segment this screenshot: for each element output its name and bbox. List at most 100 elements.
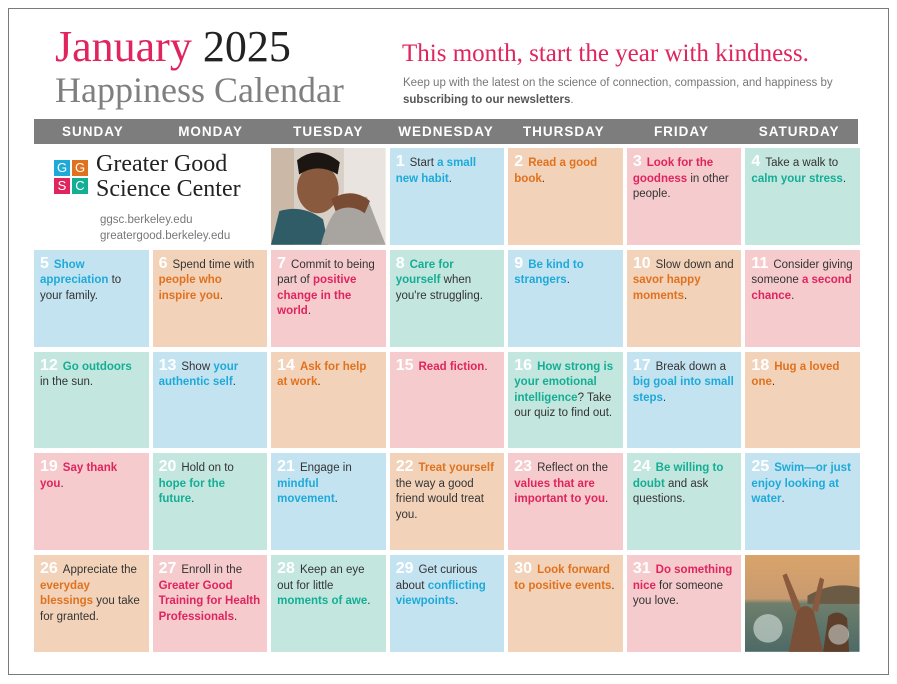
- day-highlight-link[interactable]: savor happy moments: [633, 274, 701, 302]
- day-cell: 31 Do something nice for someone you love…: [626, 555, 742, 652]
- day-cell: 7 Commit to being part of positive change…: [271, 249, 386, 347]
- day-cell: 20 Hold on to hope for the future.: [152, 453, 268, 551]
- day-number: 15: [395, 356, 414, 374]
- day-number: 11: [751, 254, 769, 272]
- day-text: .: [448, 172, 452, 185]
- ggsc-logo-block: G G S C Greater Good Science Center ggsc…: [34, 148, 268, 245]
- day-text: .: [219, 289, 224, 302]
- day-number: 31: [632, 560, 651, 578]
- logo-letter: C: [72, 178, 88, 194]
- day-cell: 23 Reflect on the values that are importa…: [508, 453, 623, 551]
- logo-letter: S: [54, 178, 70, 194]
- photo-splash: [745, 555, 860, 652]
- weekday-friday: FRIDAY: [653, 124, 709, 139]
- day-number: 1: [395, 153, 405, 170]
- day-cell: 8 Care for yourself when you're strugglin…: [389, 249, 505, 347]
- day-text: .: [781, 493, 785, 506]
- day-highlight-link[interactable]: people who inspire you: [159, 274, 222, 302]
- day-cell: 24 Be willing to doubt and ask questions.: [626, 453, 742, 551]
- day-cell: 5 Show appreciation to your family.: [34, 249, 149, 347]
- page-title: January 2025: [55, 24, 291, 70]
- day-highlight-link[interactable]: Greater Good Training for Health Profess…: [159, 580, 261, 623]
- day-text: .: [566, 274, 570, 287]
- day-cell: 27 Enroll in the Greater Good Training fo…: [152, 555, 268, 652]
- day-cell: 17 Break down a big goal into small steps…: [626, 351, 742, 449]
- weekday-monday: MONDAY: [178, 124, 243, 139]
- day-highlight-link[interactable]: everyday blessings: [40, 580, 93, 608]
- day-text: Take a walk to: [765, 157, 839, 169]
- day-text: Show: [181, 360, 214, 373]
- day-cell: 26 Appreciate the everyday blessings you …: [34, 555, 149, 652]
- logo-letter: G: [72, 160, 88, 176]
- day-highlight-link[interactable]: big goal into small steps: [633, 376, 734, 404]
- splash-photo-icon: [745, 555, 860, 652]
- day-highlight-link[interactable]: Go outdoors: [63, 361, 132, 373]
- weekday-thursday: THURSDAY: [522, 124, 605, 139]
- newsletter-blurb: Keep up with the latest on the science o…: [403, 75, 853, 109]
- org-name-line1: Greater Good: [96, 151, 228, 177]
- title-year: 2025: [202, 22, 291, 71]
- day-number: 14: [277, 356, 295, 374]
- day-text: .: [662, 391, 667, 404]
- day-number: 7: [277, 254, 287, 272]
- day-text: Engage in: [299, 462, 352, 475]
- day-text: .: [541, 172, 545, 185]
- day-text: Break down a: [655, 360, 726, 373]
- day-highlight-link[interactable]: Treat yourself: [419, 462, 494, 474]
- newsletter-link[interactable]: subscribing to our newsletters: [403, 94, 570, 106]
- day-cell: 21 Engage in mindful movement.: [271, 453, 386, 551]
- day-text: Start: [409, 157, 438, 169]
- day-text: .: [317, 376, 321, 389]
- day-number: 23: [514, 458, 533, 476]
- day-text: the way a good friend would treat you.: [395, 477, 484, 521]
- day-cell: 4 Take a walk to calm your stress.: [745, 148, 860, 245]
- day-text: .: [60, 477, 64, 490]
- day-cell: 30 Look forward to positive events.: [508, 555, 623, 652]
- day-cell: 9 Be kind to strangers.: [508, 249, 623, 347]
- day-highlight-link[interactable]: calm your stress: [751, 173, 842, 185]
- blurb-text: Keep up with the latest on the science o…: [403, 77, 833, 89]
- day-number: 22: [395, 458, 414, 476]
- day-highlight-link[interactable]: moments of awe: [277, 595, 367, 607]
- day-cell: 6 Spend time with people who inspire you.: [152, 249, 268, 347]
- hug-photo-icon: [271, 148, 386, 245]
- day-highlight-link[interactable]: Read fiction: [419, 361, 485, 373]
- day-highlight-link[interactable]: Read a good book: [514, 157, 597, 185]
- calendar-grid: G G S C Greater Good Science Center ggsc…: [34, 148, 860, 652]
- weekday-header: SUNDAY MONDAY TUESDAY WEDNESDAY THURSDAY…: [34, 119, 858, 144]
- day-text: in the sun.: [40, 376, 94, 389]
- weekday-sunday: SUNDAY: [61, 124, 124, 139]
- day-text: .: [455, 595, 459, 608]
- day-highlight-link[interactable]: values that are important to you: [514, 478, 605, 506]
- day-number: 8: [395, 254, 405, 272]
- photo-hug: [271, 148, 386, 245]
- tagline: This month, start the year with kindness…: [402, 40, 809, 67]
- day-number: 5: [40, 254, 49, 272]
- day-number: 12: [40, 356, 58, 374]
- day-number: 29: [395, 560, 414, 578]
- weekday-tuesday: TUESDAY: [293, 124, 364, 139]
- day-text: Slow down and: [655, 258, 734, 271]
- day-cell: 2 Read a good book.: [508, 148, 623, 245]
- ggsc-logo-icon: G G S C: [54, 160, 88, 194]
- org-link-greatergood[interactable]: greatergood.berkeley.edu: [100, 228, 267, 244]
- day-highlight-link[interactable]: Be kind to strangers: [514, 259, 584, 287]
- day-number: 21: [277, 458, 295, 476]
- weekday-saturday: SATURDAY: [758, 124, 840, 139]
- day-text: Hold on to: [181, 462, 234, 475]
- day-number: 4: [751, 153, 761, 170]
- day-text: .: [191, 493, 195, 506]
- day-cell: 11 Consider giving someone a second chanc…: [745, 249, 860, 347]
- org-link-ggsc[interactable]: ggsc.berkeley.edu: [100, 212, 267, 228]
- day-text: .: [791, 289, 795, 302]
- day-number: 16: [514, 356, 533, 374]
- day-number: 18: [751, 356, 770, 374]
- day-number: 27: [158, 560, 177, 578]
- day-text: .: [842, 172, 847, 185]
- day-highlight-link[interactable]: Show appreciation: [40, 259, 108, 287]
- day-cell: 22 Treat yourself the way a good friend w…: [389, 453, 505, 551]
- day-text: .: [307, 305, 312, 318]
- day-text: Appreciate the: [62, 564, 137, 577]
- day-highlight-link[interactable]: mindful movement: [277, 478, 335, 506]
- day-text: Reflect on the: [537, 462, 609, 475]
